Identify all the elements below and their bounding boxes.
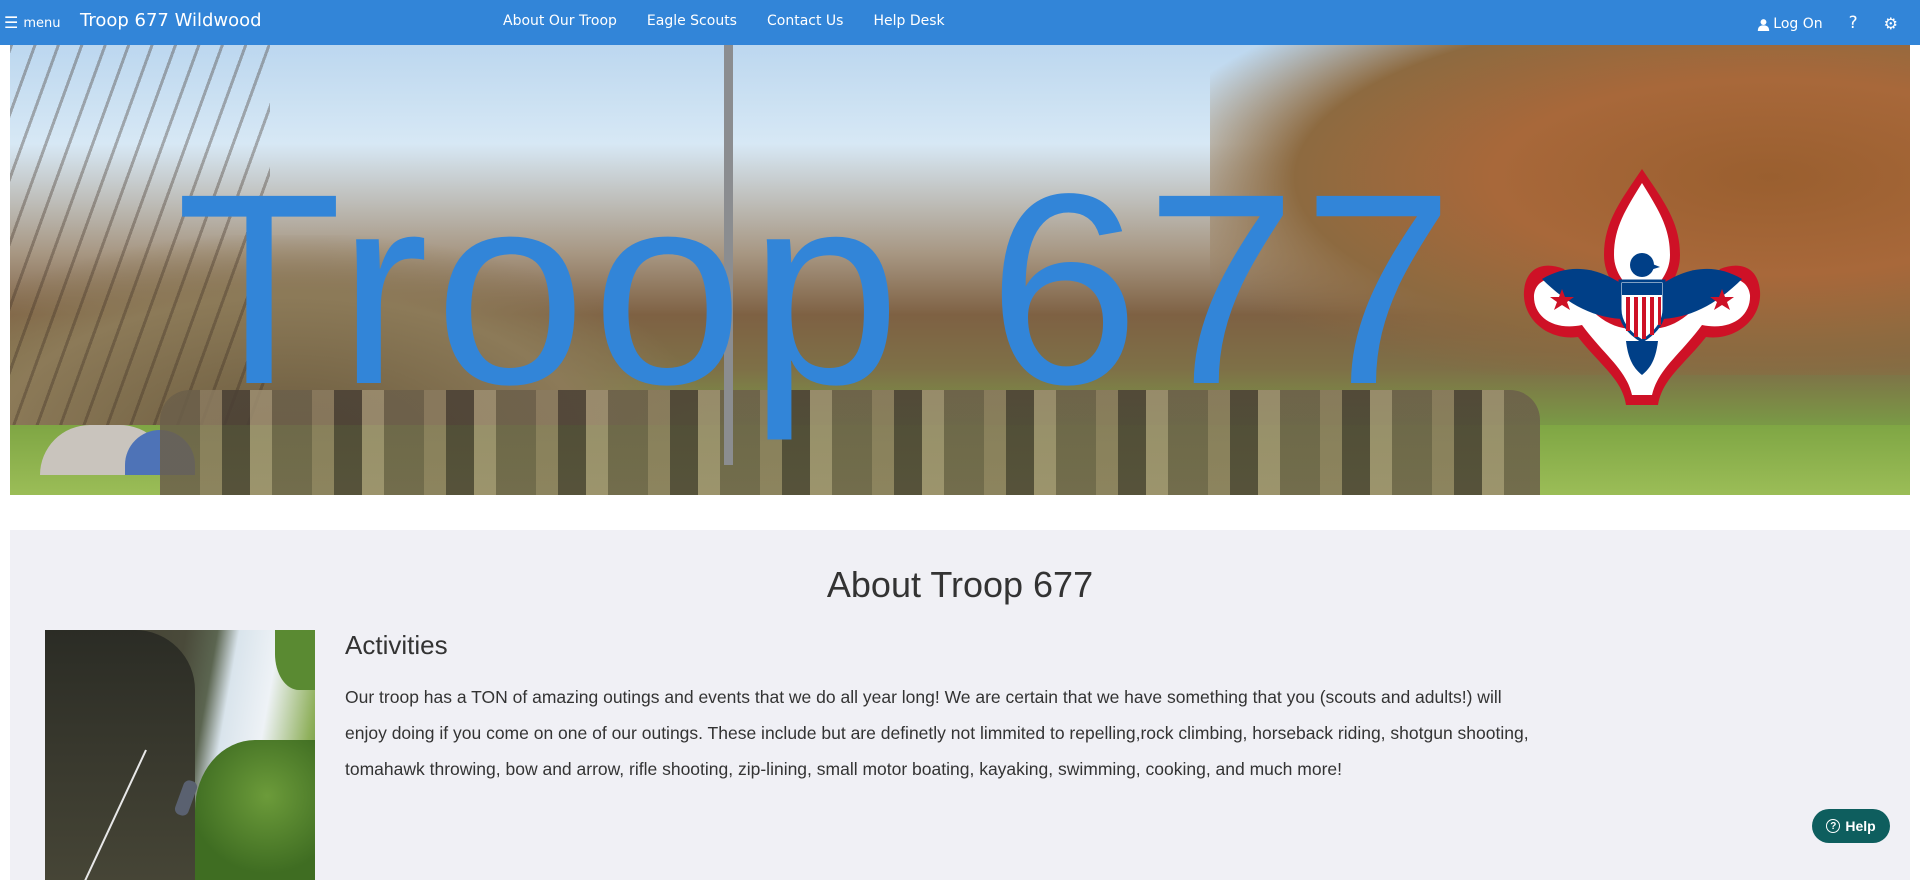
top-navbar: ☰ menu Troop 677 Wildwood About Our Troo…	[0, 0, 1920, 45]
nav-link-help-desk[interactable]: Help Desk	[873, 13, 944, 29]
help-button-label: Help	[1845, 818, 1876, 834]
scouts-emblem-icon	[1523, 169, 1761, 405]
menu-label: menu	[23, 15, 61, 31]
activities-description: Our troop has a TON of amazing outings a…	[345, 687, 1529, 779]
nav-link-eagle-scouts[interactable]: Eagle Scouts	[647, 13, 737, 29]
section-title: About Troop 677	[826, 564, 1094, 605]
hero-title: Troop 677	[176, 137, 1460, 441]
help-question-icon[interactable]: ?	[1849, 13, 1858, 33]
help-chat-button[interactable]: ? Help	[1812, 809, 1890, 843]
menu-button[interactable]: ☰ menu	[4, 15, 60, 31]
hamburger-icon: ☰	[4, 13, 19, 32]
site-title-link[interactable]: Troop 677 Wildwood	[80, 10, 262, 31]
main-nav-links: About Our Troop Eagle Scouts Contact Us …	[503, 13, 945, 29]
log-on-button[interactable]: Log On	[1757, 16, 1823, 32]
help-circle-icon: ?	[1826, 819, 1841, 833]
settings-gear-icon[interactable]: ⚙	[1884, 14, 1898, 33]
photo-cliff	[45, 630, 195, 880]
log-on-label: Log On	[1773, 16, 1823, 32]
nav-right-group: Log On ? ⚙	[1757, 13, 1898, 33]
rock-climbing-photo	[45, 630, 315, 880]
nav-link-about[interactable]: About Our Troop	[503, 13, 617, 29]
nav-link-contact[interactable]: Contact Us	[767, 13, 843, 29]
activities-heading: Activities	[345, 630, 448, 660]
photo-leaves-top	[275, 630, 315, 690]
photo-leaves	[195, 740, 315, 880]
hero-banner: Troop 677	[10, 45, 1910, 495]
about-section: About Troop 677 Activities Our troop has…	[10, 530, 1910, 880]
user-icon	[1758, 18, 1770, 31]
